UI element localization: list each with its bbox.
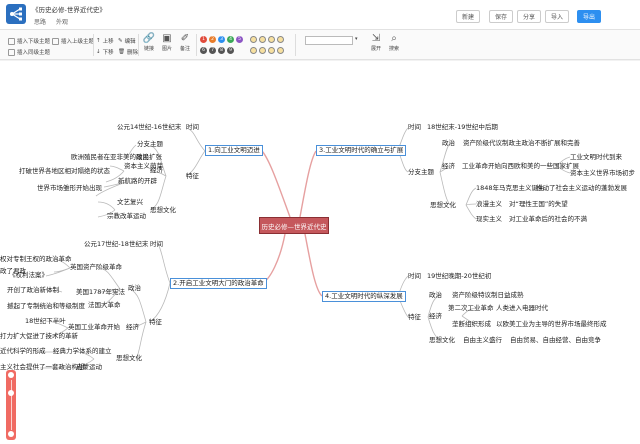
b3-politics-label[interactable]: 政治 xyxy=(442,139,455,148)
branch-3-topic[interactable]: 3.工业文明时代的确立与扩展 xyxy=(316,145,407,156)
b2-economy-label[interactable]: 经济 xyxy=(126,323,139,332)
b2-pol-b1[interactable]: 开创了政治新体制 xyxy=(7,286,59,295)
b2-pol-b[interactable]: 美国1787年宪法 xyxy=(76,288,125,297)
b1-econ-b[interactable]: 新航路的开辟 xyxy=(118,177,157,186)
branch-2-topic[interactable]: 2.开启工业文明大门的政治革命 xyxy=(170,278,267,289)
b4-traits-label[interactable]: 特征 xyxy=(408,313,421,322)
b1-sub-label[interactable]: 分支主题 xyxy=(137,140,163,149)
b2-pol-a3[interactable]: 《权利法案》 xyxy=(9,271,48,280)
b3-culture-a[interactable]: 1848年马克思主义诞生 xyxy=(476,184,545,193)
b1-time-label[interactable]: 时间 xyxy=(186,123,199,132)
b2-econ-a1[interactable]: 18世纪下半叶 xyxy=(25,317,66,326)
b4-econ-a[interactable]: 第二次工业革命 xyxy=(448,304,494,313)
b3-economy-label[interactable]: 经济 xyxy=(442,162,455,171)
zoom-slider[interactable] xyxy=(6,370,16,440)
b3-econ-b[interactable]: 资本主义世界市场初步 xyxy=(570,169,635,178)
b2-econ-a2[interactable]: 打力扩大促进了技术的革新 xyxy=(0,332,78,341)
b3-culture-b[interactable]: 浪漫主义 xyxy=(476,200,502,209)
b1-econ-a[interactable]: 资本主义萌芽 xyxy=(124,162,163,171)
b3-sub-label[interactable]: 分支主题 xyxy=(408,168,434,177)
b2-time-value[interactable]: 公元17世纪-18世纪末 xyxy=(84,240,148,249)
b4-politics-label[interactable]: 政治 xyxy=(429,291,442,300)
b3-politics-value[interactable]: 资产阶级代议制政主政治不断扩展和完善 xyxy=(463,139,580,148)
b3-culture-b1[interactable]: 对“理性王国”的失望 xyxy=(509,200,568,209)
zoom-track xyxy=(10,380,12,430)
b3-culture-c1[interactable]: 对工业革命后的社会的不满 xyxy=(509,215,587,224)
zoom-out-icon[interactable] xyxy=(8,431,14,437)
b4-econ-a1[interactable]: 人类进入电器时代 xyxy=(496,304,548,313)
b4-time-value[interactable]: 19世纪晚期-20世纪初 xyxy=(427,272,491,281)
branch-1-topic[interactable]: 1.向工业文明迈进 xyxy=(205,145,263,156)
b3-economy-value[interactable]: 工业革命开始向西欧和美的一些国家扩展 xyxy=(462,162,579,171)
b2-pol-a1[interactable]: 权对专制王权的政治革命 xyxy=(0,255,72,264)
b4-culture-value[interactable]: 自由主义盛行 xyxy=(463,336,502,345)
b2-culture-a[interactable]: 经典力学体系的建立 xyxy=(53,347,112,356)
zoom-handle[interactable] xyxy=(8,390,14,396)
branch-4-topic[interactable]: 4.工业文明时代的纵深发展 xyxy=(322,291,406,302)
b3-econ-a[interactable]: 工业文明时代到来 xyxy=(570,153,622,162)
b4-culture-value-2[interactable]: 自由贸易、自由经营、自由竞争 xyxy=(510,336,601,345)
b2-pol-a[interactable]: 英国资产阶级革命 xyxy=(70,263,122,272)
b1-culture-b[interactable]: 宗教改革运动 xyxy=(107,212,146,221)
b1-culture-label[interactable]: 思想文化 xyxy=(150,206,176,215)
b2-econ-a[interactable]: 英国工业革命开始 xyxy=(68,323,120,332)
b2-culture-label[interactable]: 思想文化 xyxy=(116,354,142,363)
b4-time-label[interactable]: 时间 xyxy=(408,272,421,281)
zoom-in-icon[interactable] xyxy=(8,372,14,378)
b3-culture-c[interactable]: 现实主义 xyxy=(476,215,502,224)
b3-time-value[interactable]: 18世纪末-19世纪中后期 xyxy=(427,123,498,132)
b1-econ-b1[interactable]: 打破世界各地区相对隔绝的状态 xyxy=(19,167,110,176)
b2-culture-a1[interactable]: 近代科学的形成 xyxy=(0,347,46,356)
b4-politics-value[interactable]: 资产阶级特议制日益成熟 xyxy=(452,291,524,300)
b4-econ-b1[interactable]: 以欧美工业为主导的世界市场最终形成 xyxy=(496,320,607,329)
b2-time-label[interactable]: 时间 xyxy=(150,240,163,249)
b1-culture-a[interactable]: 文艺复兴 xyxy=(117,198,143,207)
b2-politics-label[interactable]: 政治 xyxy=(128,284,141,293)
b3-culture-label[interactable]: 思想文化 xyxy=(430,201,456,210)
b1-time-value[interactable]: 公元14世纪-16世纪末 xyxy=(117,123,181,132)
b3-time-label[interactable]: 时间 xyxy=(408,123,421,132)
b4-economy-label[interactable]: 经济 xyxy=(429,312,442,321)
b1-traits-label[interactable]: 特征 xyxy=(186,172,199,181)
b4-culture-label[interactable]: 思想文化 xyxy=(429,336,455,345)
b2-pol-c1[interactable]: 撼起了专制统治和等级制度 xyxy=(7,302,85,311)
b2-pol-c[interactable]: 法国大革命 xyxy=(88,301,121,310)
b3-culture-a1[interactable]: 推动了社会主义运动的蓬勃发展 xyxy=(536,184,627,193)
b4-econ-b[interactable]: 垄断组织形成 xyxy=(452,320,491,329)
b1-econ-b2[interactable]: 世界市场雏形开始出现 xyxy=(37,184,102,193)
b2-traits-label[interactable]: 特征 xyxy=(149,318,162,327)
root-topic[interactable]: 历史必修—世界近代史 xyxy=(259,217,329,234)
b1-politics-value[interactable]: 欧洲殖民者在亚非美的殖民扩张 xyxy=(71,153,162,162)
